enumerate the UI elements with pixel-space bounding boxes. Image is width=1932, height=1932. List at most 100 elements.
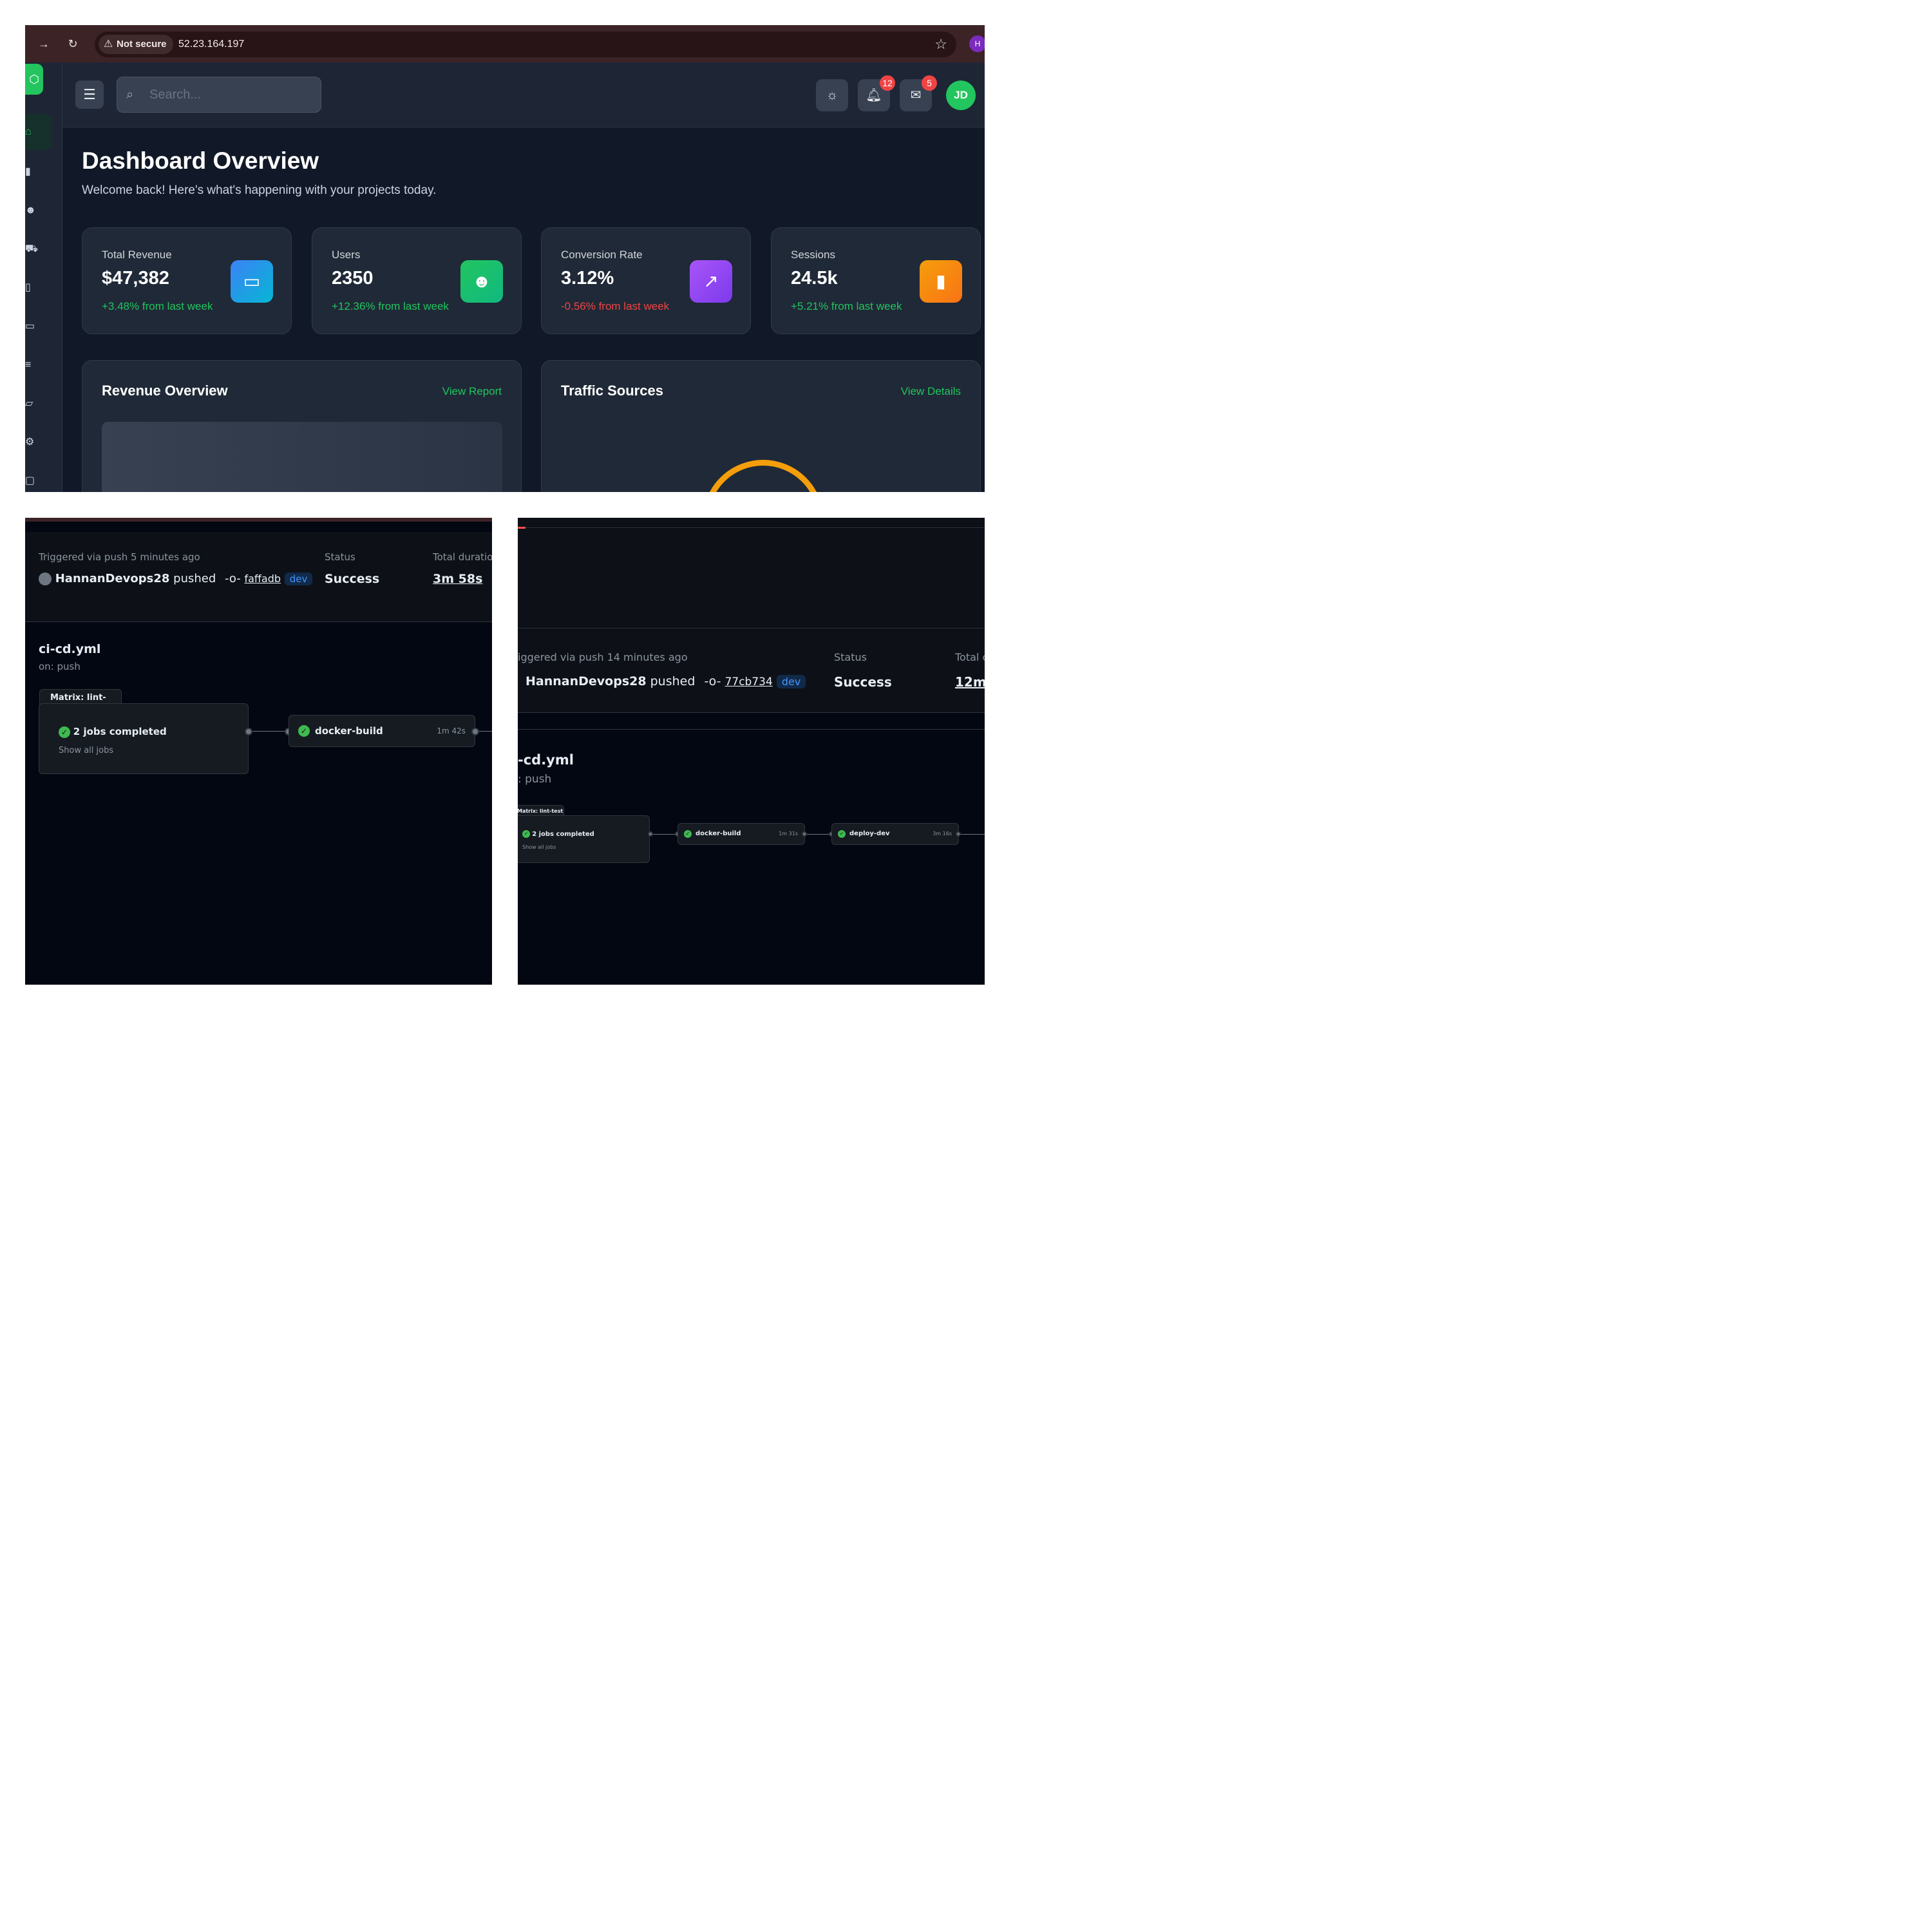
matrix-job-box[interactable]: ✓ 2 jobs completed Show all jobs bbox=[518, 815, 650, 863]
connector-line bbox=[479, 731, 492, 732]
traffic-sources-card: Traffic Sources View Details bbox=[541, 360, 981, 492]
revenue-overview-card: Revenue Overview View Report bbox=[82, 360, 522, 492]
theme-toggle-button[interactable]: ☼ bbox=[816, 79, 848, 111]
workflow-trigger: on: push bbox=[39, 661, 80, 672]
card-title: Revenue Overview bbox=[102, 383, 228, 399]
duration-label: Total c bbox=[955, 651, 985, 663]
branch-label[interactable]: dev bbox=[776, 675, 806, 688]
connector-dot bbox=[245, 728, 252, 735]
connector-dot bbox=[956, 831, 961, 837]
search-icon: ⌕ bbox=[126, 88, 134, 102]
actor-link[interactable]: HannanDevops28 bbox=[526, 674, 647, 688]
search-input[interactable] bbox=[149, 85, 310, 104]
home-icon[interactable]: ⌂ bbox=[25, 114, 52, 150]
traffic-donut-chart bbox=[703, 460, 824, 492]
duration-value[interactable]: 12m bbox=[955, 674, 985, 690]
workflow-file[interactable]: ci-cd.yml bbox=[39, 642, 100, 656]
stat-value: 24.5k bbox=[791, 268, 838, 289]
folder-icon[interactable]: ▭ bbox=[25, 317, 44, 336]
url-text[interactable]: 52.23.164.197 bbox=[178, 32, 244, 57]
run-summary: Triggered via push 5 minutes ago HannanD… bbox=[25, 532, 492, 622]
push-line: HannanDevops28 pushed -o- 77cb734 dev bbox=[518, 674, 806, 688]
document-icon[interactable]: ▯ bbox=[25, 278, 44, 298]
users-icon[interactable]: ☻ bbox=[25, 201, 44, 220]
user-avatar[interactable]: JD bbox=[946, 80, 976, 110]
search-box[interactable]: ⌕ bbox=[117, 77, 321, 113]
users-icon: ☻ bbox=[460, 260, 503, 303]
reload-icon[interactable]: ↻ bbox=[66, 37, 80, 51]
matrix-status: ✓ 2 jobs completed bbox=[59, 726, 167, 738]
commit-link[interactable]: faffadb bbox=[244, 573, 281, 585]
browser-profile-avatar[interactable]: H bbox=[969, 35, 985, 52]
stat-label: Users bbox=[332, 249, 361, 261]
branch-label[interactable]: dev bbox=[284, 573, 313, 585]
show-all-jobs-link[interactable]: Show all jobs bbox=[59, 746, 113, 755]
settings-icon[interactable]: ⚙ bbox=[25, 433, 44, 452]
commit-icon: -o- bbox=[225, 572, 241, 585]
view-report-link[interactable]: View Report bbox=[442, 385, 502, 398]
success-check-icon: ✓ bbox=[298, 725, 310, 737]
commit-link[interactable]: 77cb734 bbox=[725, 676, 773, 688]
job-docker-build[interactable]: ✓ docker-build 1m 42s bbox=[289, 715, 475, 747]
stat-label: Sessions bbox=[791, 249, 835, 261]
sun-icon: ☼ bbox=[826, 88, 838, 102]
menu-toggle-button[interactable]: ☰ bbox=[75, 80, 104, 109]
warning-icon: ⚠ bbox=[104, 39, 113, 50]
success-check-icon: ✓ bbox=[59, 726, 70, 738]
empty-region bbox=[518, 529, 985, 629]
duration-value[interactable]: 3m 58s bbox=[433, 572, 482, 586]
workflow-trigger: : push bbox=[518, 773, 552, 786]
jobs-completed: 2 jobs completed bbox=[73, 726, 167, 737]
stat-value: $47,382 bbox=[102, 268, 169, 289]
browser-edge bbox=[518, 518, 985, 528]
browser-edge bbox=[25, 518, 492, 522]
address-bar[interactable]: ⚠ Not secure 52.23.164.197 ☆ bbox=[95, 32, 956, 57]
job-docker-build[interactable]: ✓ docker-build 1m 31s bbox=[677, 823, 805, 845]
security-chip[interactable]: ⚠ Not secure bbox=[99, 35, 173, 54]
connector-line bbox=[653, 834, 677, 835]
database-icon[interactable]: ≡ bbox=[25, 355, 44, 375]
page-subtitle: Welcome back! Here's what's happening wi… bbox=[82, 184, 437, 197]
push-line: HannanDevops28 pushed -o- faffadb dev bbox=[39, 572, 313, 585]
notifications-button[interactable]: 🔔︎ 12 bbox=[858, 75, 895, 111]
view-details-link[interactable]: View Details bbox=[901, 385, 961, 398]
workflow-run-left: Triggered via push 5 minutes ago HannanD… bbox=[25, 518, 492, 985]
job-duration: 1m 31s bbox=[779, 831, 798, 837]
status-label: Status bbox=[834, 651, 867, 663]
success-check-icon: ✓ bbox=[684, 830, 692, 838]
stat-card-users[interactable]: Users 2350 +12.36% from last week ☻ bbox=[312, 227, 522, 334]
bookmark-star-icon[interactable]: ☆ bbox=[934, 37, 947, 52]
forward-icon[interactable]: → bbox=[37, 37, 51, 51]
workflow-run-right: iggered via push 14 minutes ago HannanDe… bbox=[518, 518, 985, 985]
card-title: Traffic Sources bbox=[561, 383, 663, 399]
analytics-icon[interactable]: ▮ bbox=[25, 162, 44, 182]
job-duration: 3m 16s bbox=[933, 831, 952, 837]
run-summary: iggered via push 14 minutes ago HannanDe… bbox=[518, 629, 985, 713]
success-check-icon: ✓ bbox=[522, 830, 530, 838]
stat-card-sessions[interactable]: Sessions 24.5k +5.21% from last week ▮ bbox=[771, 227, 981, 334]
divider bbox=[518, 729, 985, 730]
matrix-job-box[interactable]: ✓ 2 jobs completed Show all jobs bbox=[39, 703, 249, 774]
inbox-icon[interactable]: ▱ bbox=[25, 394, 44, 413]
app-header: ☰ ⌕ ☼ 🔔︎ 12 ✉ 5 JD bbox=[62, 62, 985, 128]
job-name: docker-build bbox=[315, 725, 383, 737]
status-value: Success bbox=[834, 674, 892, 690]
bell-icon: 🔔︎ bbox=[866, 88, 882, 102]
messages-badge: 5 bbox=[922, 75, 937, 91]
workflow-file[interactable]: -cd.yml bbox=[518, 752, 574, 768]
connector-dot bbox=[471, 728, 479, 735]
stat-card-conversion[interactable]: Conversion Rate 3.12% -0.56% from last w… bbox=[541, 227, 751, 334]
lock-icon[interactable]: ▢ bbox=[25, 471, 44, 491]
stat-label: Conversion Rate bbox=[561, 249, 643, 261]
job-duration: 1m 42s bbox=[437, 726, 466, 735]
actor-link[interactable]: HannanDevops28 bbox=[55, 572, 170, 585]
job-deploy-dev[interactable]: ✓ deploy-dev 3m 16s bbox=[831, 823, 959, 845]
browser-toolbar: → ↻ ⚠ Not secure 52.23.164.197 ☆ H bbox=[25, 25, 985, 62]
cart-icon[interactable]: ⛟ bbox=[25, 240, 44, 259]
stat-card-revenue[interactable]: Total Revenue $47,382 +3.48% from last w… bbox=[82, 227, 292, 334]
show-all-jobs-link[interactable]: Show all jobs bbox=[522, 844, 556, 850]
app-logo-icon[interactable]: ⬡ bbox=[25, 64, 43, 95]
jobs-completed: 2 jobs completed bbox=[532, 831, 594, 838]
messages-button[interactable]: ✉ 5 bbox=[900, 75, 937, 111]
status-label: Status bbox=[325, 551, 355, 563]
